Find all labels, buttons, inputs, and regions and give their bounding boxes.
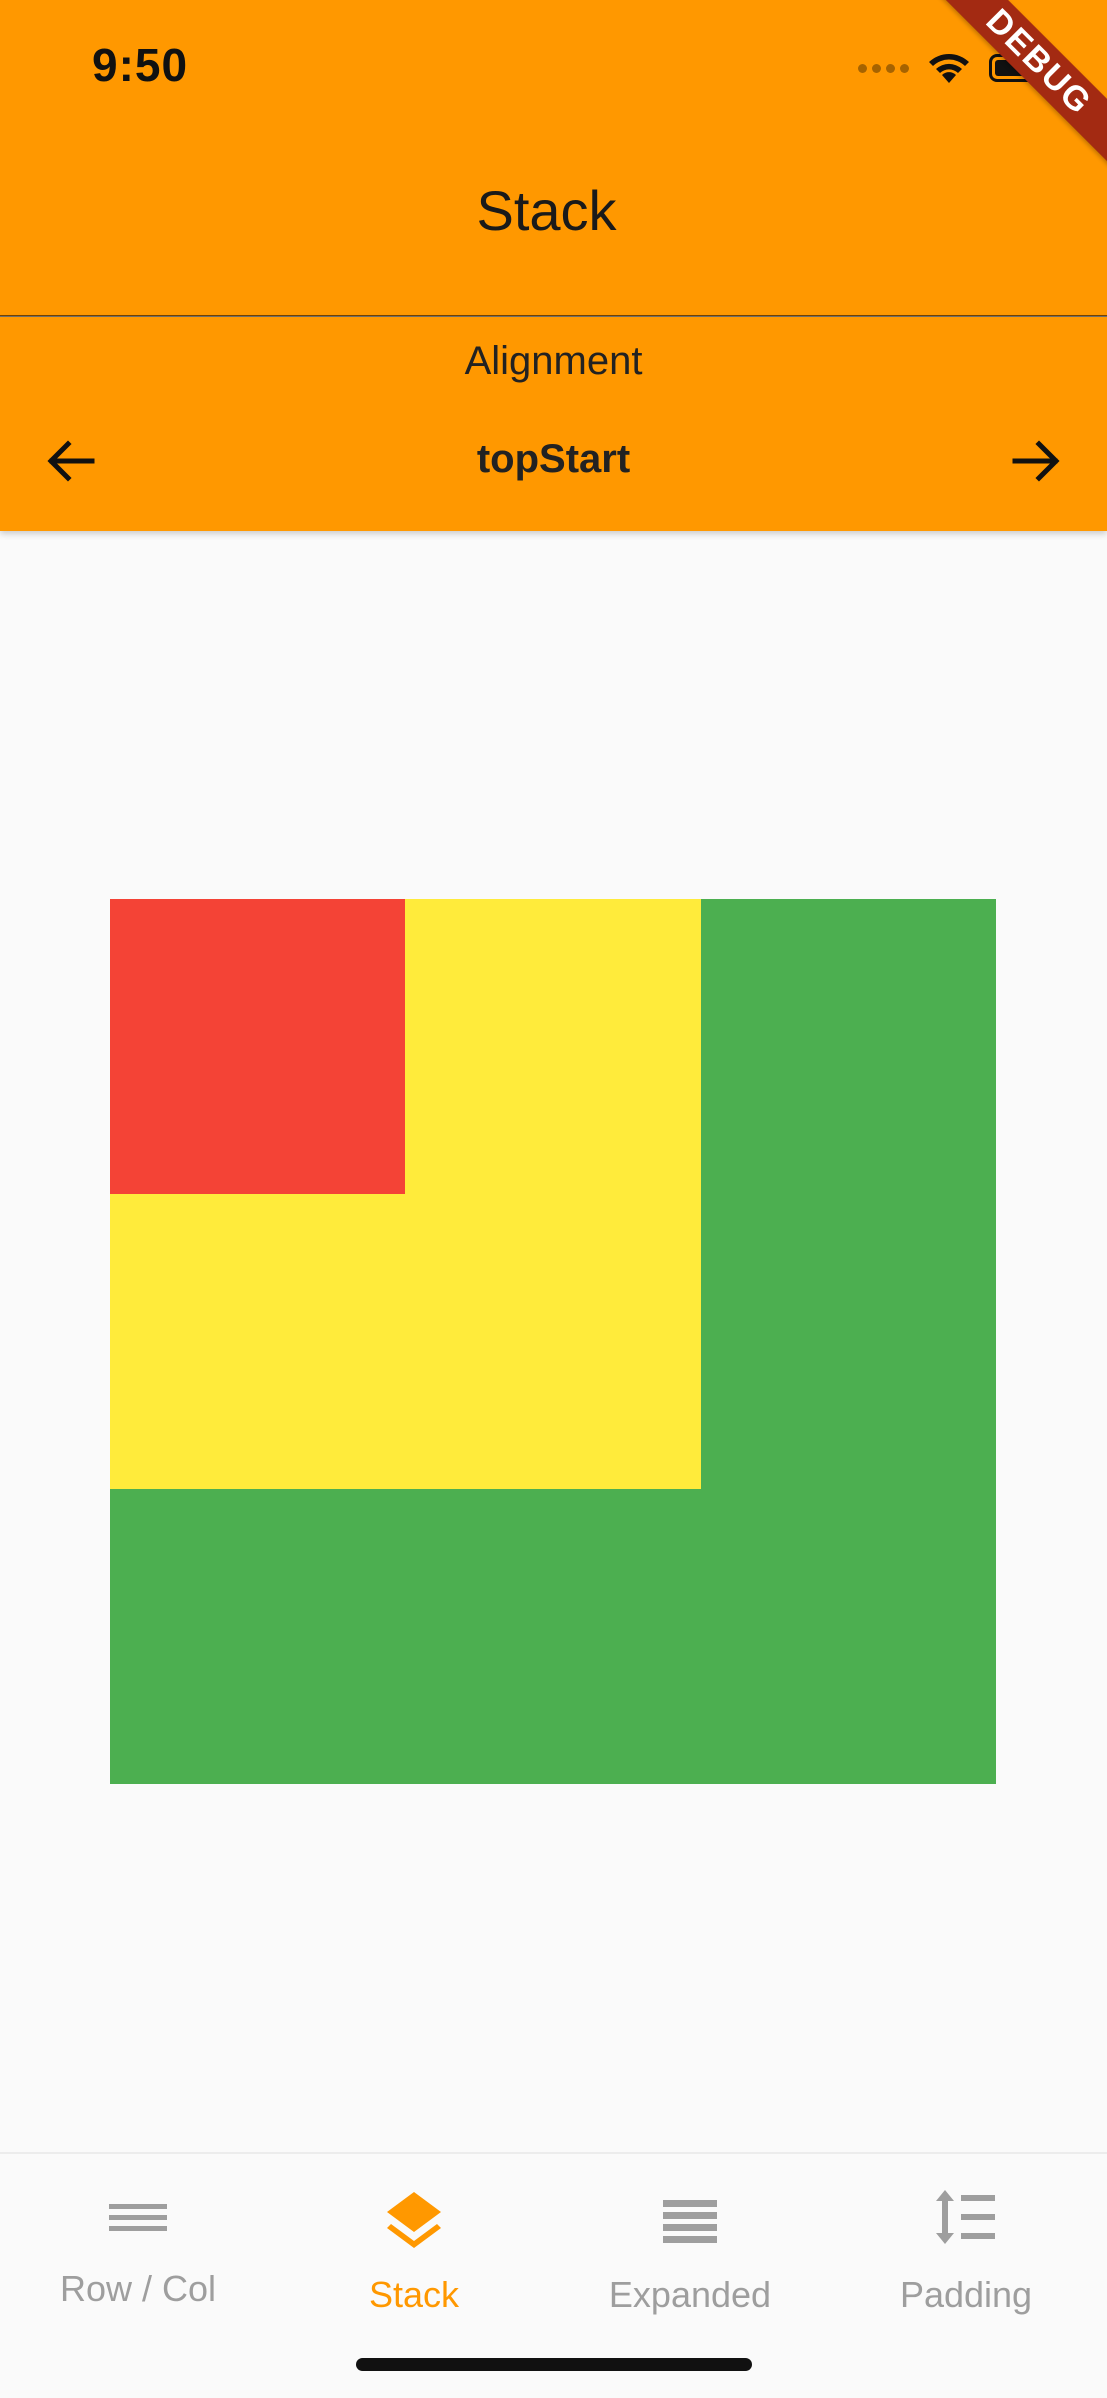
wifi-icon xyxy=(929,54,969,83)
nav-label-expanded: Expanded xyxy=(608,2274,772,2315)
layers-icon xyxy=(387,2192,441,2248)
nav-item-stack[interactable]: Stack xyxy=(276,2154,552,2354)
alignment-control: Alignment topStart xyxy=(0,317,1107,531)
home-indicator xyxy=(356,2358,752,2371)
nav-item-padding[interactable]: Padding xyxy=(828,2154,1104,2354)
red-box xyxy=(110,899,405,1194)
nav-label-stack: Stack xyxy=(368,2274,460,2315)
arrow-forward-icon xyxy=(1012,440,1060,482)
next-alignment-button[interactable] xyxy=(1001,425,1073,497)
status-time: 9:50 xyxy=(92,39,189,91)
menu-lines-icon xyxy=(109,2204,167,2231)
page-title: Stack xyxy=(476,179,617,242)
view-headline-icon xyxy=(663,2200,717,2243)
nav-label-row-col: Row / Col xyxy=(59,2268,217,2309)
nav-item-expanded[interactable]: Expanded xyxy=(552,2154,828,2354)
stack-demo xyxy=(110,899,996,1784)
format-line-spacing-icon xyxy=(936,2190,995,2244)
alignment-label: Alignment xyxy=(464,339,643,383)
nav-item-row-col[interactable]: Row / Col xyxy=(0,2154,276,2354)
cellular-signal-icon xyxy=(858,63,909,73)
nav-label-padding: Padding xyxy=(899,2274,1033,2315)
app-bar: 9:50 Stack DEBUG xyxy=(0,0,1107,316)
alignment-value: topStart xyxy=(476,437,631,481)
screen: 9:50 Stack DEBUG Alignment topStart Row … xyxy=(0,0,1107,2398)
